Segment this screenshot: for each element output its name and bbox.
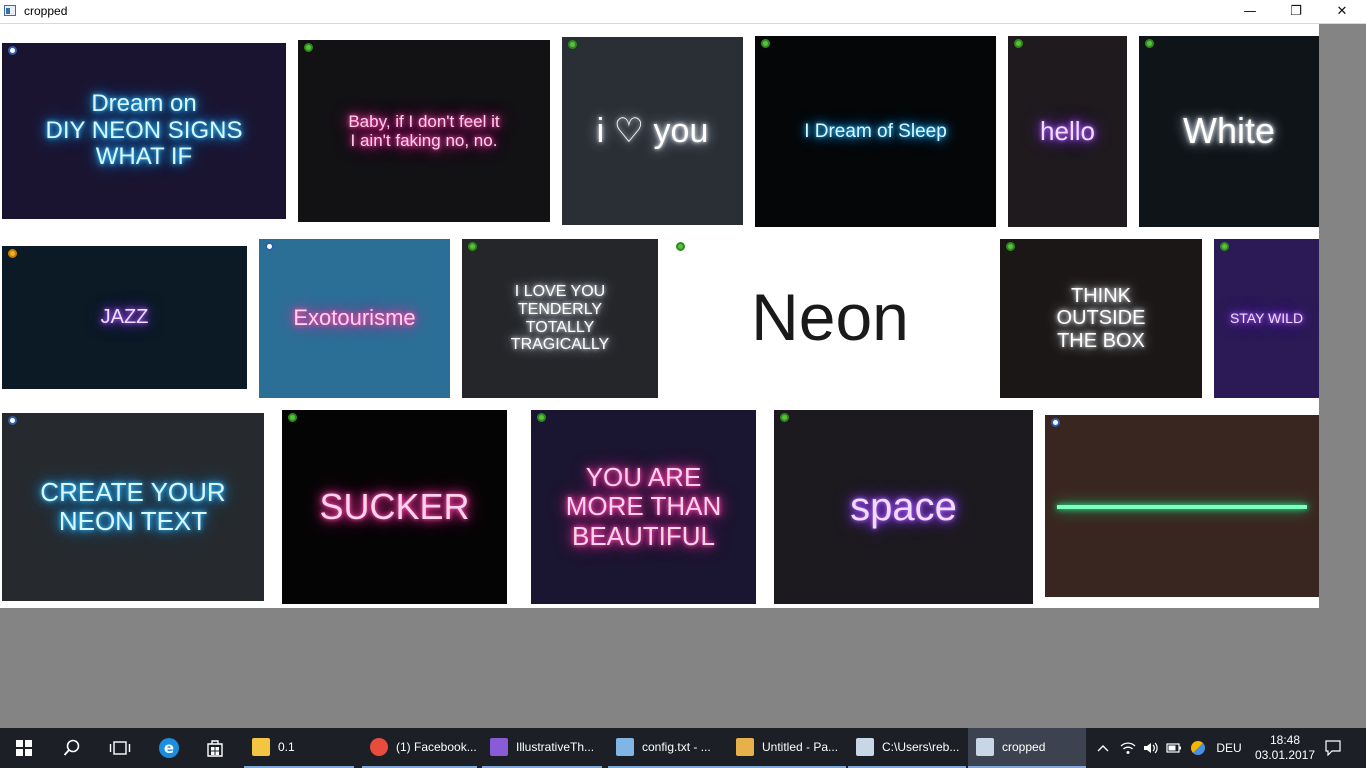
- neon-sign-text: Baby, if I don't feel it I ain't faking …: [348, 111, 500, 150]
- gallery-image-tile[interactable]: Dream on DIY NEON SIGNS WHAT IF: [2, 43, 286, 219]
- neon-sign-text: STAY WILD: [1229, 309, 1304, 326]
- taskbar-app-label: IllustrativeTh...: [516, 740, 595, 754]
- language-indicator[interactable]: DEU: [1212, 728, 1246, 768]
- neon-sign-text: i ♡ you: [596, 111, 709, 150]
- neon-sign-text: hello: [1040, 115, 1095, 146]
- gallery-image-tile[interactable]: I LOVE YOU TENDERLY TOTALLY TRAGICALLY: [462, 239, 658, 398]
- neon-sign-text: Dream on DIY NEON SIGNS WHAT IF: [45, 89, 243, 171]
- neon-sign-text: space: [850, 484, 957, 529]
- selection-badge-icon[interactable]: [304, 43, 313, 52]
- gallery-image-tile[interactable]: hello: [1008, 36, 1127, 227]
- taskbar-app-label: cropped: [1002, 740, 1046, 754]
- neon-sign-text: THINK OUTSIDE THE BOX: [1056, 284, 1146, 352]
- selection-badge-icon[interactable]: [780, 413, 789, 422]
- neon-sign-text: CREATE YOUR NEON TEXT: [40, 476, 226, 536]
- taskbar-app-button[interactable]: (1) Facebook...: [362, 728, 477, 768]
- taskbar-app-button[interactable]: Untitled - Pa...: [728, 728, 846, 768]
- clock-date: 03.01.2017: [1254, 748, 1316, 762]
- selection-badge-icon[interactable]: [1014, 39, 1023, 48]
- gallery-image-tile[interactable]: SUCKER: [282, 410, 507, 604]
- neon-sign-text: Exotourisme: [293, 305, 416, 331]
- clock-time: 18:48: [1269, 733, 1301, 747]
- selection-badge-icon[interactable]: [568, 40, 577, 49]
- gallery-image-tile[interactable]: i ♡ you: [562, 37, 743, 225]
- notification-icon[interactable]: [1318, 728, 1348, 768]
- windows-start-icon[interactable]: [0, 728, 48, 768]
- taskbar-app-label: 0.1: [278, 740, 295, 754]
- selection-badge-icon[interactable]: [1006, 242, 1015, 251]
- gallery-image-tile[interactable]: Neon: [670, 239, 990, 397]
- battery-icon[interactable]: [1163, 728, 1185, 768]
- selection-badge-icon[interactable]: [761, 39, 770, 48]
- task-view-icon[interactable]: [96, 728, 144, 768]
- title-bar[interactable]: cropped — ❐ ✕: [0, 0, 1366, 24]
- gallery-image-tile[interactable]: JAZZ: [2, 246, 247, 389]
- neon-sign-text: YOU ARE MORE THAN BEAUTIFUL: [565, 462, 722, 551]
- minimize-button[interactable]: —: [1227, 0, 1273, 23]
- selection-badge-icon[interactable]: [8, 46, 17, 55]
- close-button[interactable]: ✕: [1319, 0, 1365, 23]
- gallery-image-tile[interactable]: Exotourisme: [259, 239, 450, 398]
- gallery-image-tile[interactable]: STAY WILD: [1214, 239, 1319, 398]
- neon-sign-text: I LOVE YOU TENDERLY TOTALLY TRAGICALLY: [510, 282, 610, 354]
- gallery-image-tile[interactable]: CREATE YOUR NEON TEXT: [2, 413, 264, 601]
- selection-badge-icon[interactable]: [468, 242, 477, 251]
- selection-badge-icon[interactable]: [1145, 39, 1154, 48]
- edge-icon[interactable]: e: [146, 728, 192, 768]
- neon-sign-text: Neon: [751, 280, 909, 355]
- selection-badge-icon[interactable]: [1220, 242, 1229, 251]
- paint-icon: [736, 738, 754, 756]
- skyline-neon-line: [1057, 505, 1307, 509]
- clock[interactable]: 18:48 03.01.2017: [1246, 728, 1324, 768]
- store-icon[interactable]: [192, 728, 238, 768]
- gallery-image-tile[interactable]: Baby, if I don't feel it I ain't faking …: [298, 40, 550, 222]
- gallery-image-tile[interactable]: I Dream of Sleep: [755, 36, 996, 227]
- selection-badge-icon[interactable]: [288, 413, 297, 422]
- selection-badge-icon[interactable]: [1051, 418, 1060, 427]
- folder-icon: [252, 738, 270, 756]
- selection-badge-icon[interactable]: [537, 413, 546, 422]
- gallery-image-tile[interactable]: [1045, 415, 1319, 597]
- taskbar-app-label: (1) Facebook...: [396, 740, 477, 754]
- visual-studio-icon: [490, 738, 508, 756]
- gallery-image-tile[interactable]: YOU ARE MORE THAN BEAUTIFUL: [531, 410, 756, 604]
- network-globe-icon[interactable]: [1187, 728, 1209, 768]
- gallery-image-tile[interactable]: space: [774, 410, 1033, 604]
- neon-sign-text: JAZZ: [100, 306, 149, 329]
- taskbar-app-button[interactable]: C:\Users\reb...: [848, 728, 966, 768]
- taskbar-app-button[interactable]: config.txt - ...: [608, 728, 728, 768]
- neon-sign-text: I Dream of Sleep: [804, 120, 947, 142]
- taskbar-app-label: config.txt - ...: [642, 740, 711, 754]
- gallery-image-tile[interactable]: White: [1139, 36, 1319, 227]
- window-title: cropped: [24, 4, 68, 18]
- chrome-icon: [370, 738, 388, 756]
- restore-button[interactable]: ❐: [1273, 0, 1319, 23]
- taskbar-app-label: Untitled - Pa...: [762, 740, 839, 754]
- app-window-icon: [4, 5, 16, 16]
- neon-sign-text: SUCKER: [319, 485, 470, 527]
- chevron-up-icon[interactable]: [1092, 728, 1114, 768]
- selection-badge-icon[interactable]: [8, 249, 17, 258]
- wifi-icon[interactable]: [1116, 728, 1140, 768]
- neon-sign-text: White: [1182, 110, 1276, 152]
- image-window-icon: [976, 738, 994, 756]
- volume-icon[interactable]: [1140, 728, 1162, 768]
- taskbar: e 0.1 (1) Facebook... IllustrativeTh... con…: [0, 728, 1366, 768]
- taskbar-app-button[interactable]: cropped: [968, 728, 1086, 768]
- selection-badge-icon[interactable]: [265, 242, 274, 251]
- taskbar-app-button[interactable]: 0.1: [244, 728, 354, 768]
- taskbar-app-button[interactable]: IllustrativeTh...: [482, 728, 602, 768]
- notepad-icon: [616, 738, 634, 756]
- selection-badge-icon[interactable]: [676, 242, 685, 251]
- selection-badge-icon[interactable]: [8, 416, 17, 425]
- console-icon: [856, 738, 874, 756]
- search-icon[interactable]: [48, 728, 96, 768]
- gallery-image-tile[interactable]: THINK OUTSIDE THE BOX: [1000, 239, 1202, 398]
- taskbar-app-label: C:\Users\reb...: [882, 740, 960, 754]
